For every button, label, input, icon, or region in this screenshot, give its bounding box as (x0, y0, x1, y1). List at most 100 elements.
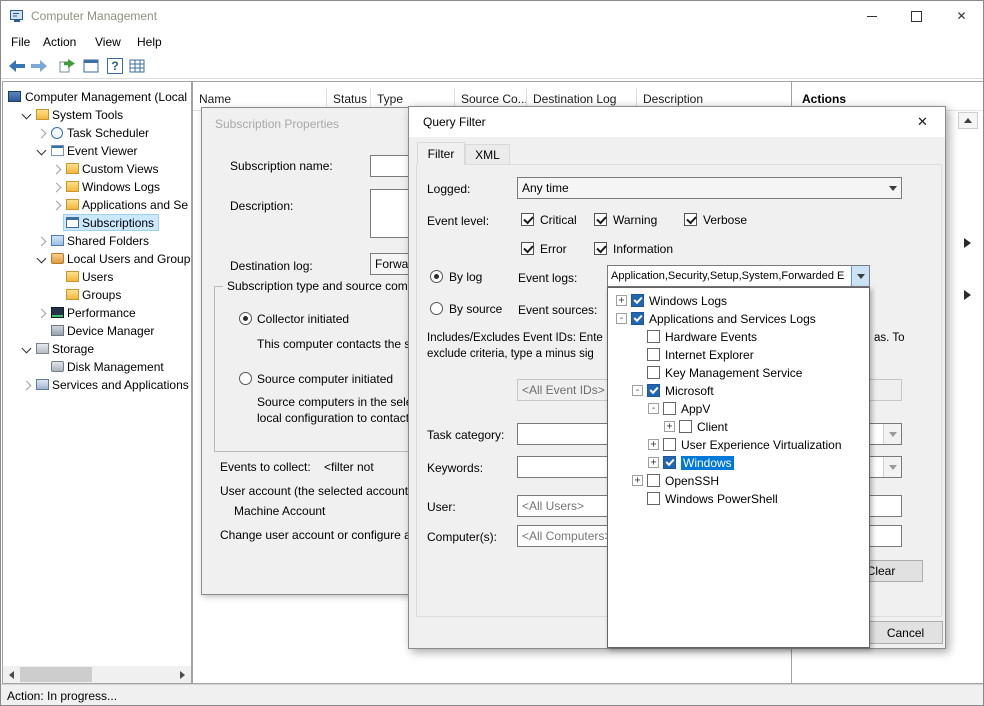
menu-file[interactable]: File (11, 35, 30, 49)
scroll-left-icon[interactable] (3, 666, 20, 683)
log-tree-label[interactable]: Windows PowerShell (665, 492, 778, 506)
chevron-expanded-icon[interactable] (22, 110, 32, 120)
expander-icon[interactable]: + (632, 475, 643, 486)
chevron-expanded-icon[interactable] (22, 344, 32, 354)
checkbox-unchecked-icon[interactable] (647, 366, 660, 379)
warning-label[interactable]: Warning (613, 213, 657, 227)
verbose-checkbox[interactable] (684, 213, 697, 226)
log-tree-item-client[interactable]: + Client (608, 418, 869, 436)
checkbox-unchecked-icon[interactable] (663, 402, 676, 415)
log-tree-item-microsoft[interactable]: - Microsoft (608, 382, 869, 400)
expander-icon[interactable]: - (632, 385, 643, 396)
chevron-collapsed-icon[interactable] (52, 201, 62, 211)
checkbox-unchecked-icon[interactable] (647, 492, 660, 505)
log-tree-item-user-experience-virtualization[interactable]: + User Experience Virtualization (608, 436, 869, 454)
tree-item-subscriptions[interactable]: Subscriptions (4, 214, 190, 232)
log-tree-label[interactable]: User Experience Virtualization (681, 438, 842, 452)
tree-item-performance[interactable]: Performance (4, 304, 190, 322)
log-tree-label[interactable]: OpenSSH (665, 474, 719, 488)
log-tree-label[interactable]: Windows Logs (649, 294, 727, 308)
log-tree-label[interactable]: AppV (681, 402, 710, 416)
tree-item-local-users-groups[interactable]: Local Users and Groups (4, 250, 190, 268)
verbose-label[interactable]: Verbose (703, 213, 747, 227)
expander-icon[interactable]: + (648, 457, 659, 468)
checkbox-unchecked-icon[interactable] (647, 330, 660, 343)
tree-item-storage[interactable]: Storage (4, 340, 190, 358)
checkbox-checked-icon[interactable] (631, 294, 644, 307)
log-tree-item-windows-powershell[interactable]: Windows PowerShell (608, 490, 869, 508)
expander-icon[interactable]: + (664, 421, 675, 432)
collapse-group-button[interactable] (958, 112, 978, 129)
forward-icon[interactable] (31, 60, 47, 75)
by-source-radio[interactable] (430, 302, 443, 315)
checkbox-checked-icon[interactable] (631, 312, 644, 325)
tree-item-task-scheduler[interactable]: Task Scheduler (4, 124, 190, 142)
dropdown-arrow-icon[interactable] (884, 178, 901, 198)
log-tree-label[interactable]: Client (697, 420, 728, 434)
log-tree-label[interactable]: Microsoft (665, 384, 714, 398)
log-tree-item-internet-explorer[interactable]: Internet Explorer (608, 346, 869, 364)
chevron-collapsed-icon[interactable] (52, 165, 62, 175)
tree-item-shared-folders[interactable]: Shared Folders (4, 232, 190, 250)
by-source-label[interactable]: By source (449, 302, 502, 316)
tree-item-event-viewer[interactable]: Event Viewer (4, 142, 190, 160)
menu-action[interactable]: Action (43, 35, 76, 49)
tree-item-device-manager[interactable]: Device Manager (4, 322, 190, 340)
tree-item-applications-and-services[interactable]: Applications and Se (4, 196, 190, 214)
log-tree-label[interactable]: Key Management Service (665, 366, 802, 380)
log-tree-item-openssh[interactable]: + OpenSSH (608, 472, 869, 490)
export-list-icon[interactable] (59, 59, 76, 76)
log-tree-item-hardware-events[interactable]: Hardware Events (608, 328, 869, 346)
expander-icon[interactable]: - (648, 403, 659, 414)
expander-icon[interactable]: + (616, 295, 627, 306)
tab-xml[interactable]: XML (465, 144, 510, 165)
tree-item-services-applications[interactable]: Services and Applications (4, 376, 190, 394)
close-button[interactable] (900, 107, 945, 136)
checkbox-unchecked-icon[interactable] (647, 474, 660, 487)
logged-combobox[interactable]: Any time (517, 177, 902, 199)
information-label[interactable]: Information (613, 242, 673, 256)
flyout-arrow-icon[interactable] (964, 238, 971, 248)
dropdown-arrow-icon[interactable] (883, 424, 901, 444)
cancel-button[interactable]: Cancel (868, 621, 943, 644)
menu-view[interactable]: View (95, 35, 121, 49)
flyout-arrow-icon[interactable] (964, 290, 971, 300)
log-tree-item-applications-services-logs[interactable]: - Applications and Services Logs (608, 310, 869, 328)
collector-initiated-label[interactable]: Collector initiated (257, 312, 349, 326)
collector-initiated-radio[interactable] (239, 312, 252, 325)
log-tree-label[interactable]: Applications and Services Logs (649, 312, 816, 326)
source-initiated-radio[interactable] (239, 372, 252, 385)
source-initiated-label[interactable]: Source computer initiated (257, 372, 393, 386)
by-log-radio[interactable] (430, 270, 443, 283)
console-window-icon[interactable] (83, 59, 99, 76)
help-icon[interactable]: ? (107, 58, 123, 74)
close-button[interactable] (939, 1, 984, 31)
tree-item-users[interactable]: Users (4, 268, 190, 286)
expander-icon[interactable]: - (616, 313, 627, 324)
chevron-collapsed-icon[interactable] (37, 129, 47, 139)
chevron-expanded-icon[interactable] (37, 254, 47, 264)
log-tree-label[interactable]: Hardware Events (665, 330, 757, 344)
tree-horizontal-scrollbar[interactable] (3, 666, 191, 683)
warning-checkbox[interactable] (594, 213, 607, 226)
back-icon[interactable] (9, 60, 25, 75)
critical-label[interactable]: Critical (540, 213, 577, 227)
tab-filter[interactable]: Filter (417, 142, 465, 165)
chevron-collapsed-icon[interactable] (52, 183, 62, 193)
information-checkbox[interactable] (594, 242, 607, 255)
log-tree-label[interactable]: Internet Explorer (665, 348, 754, 362)
log-tree-item-appv[interactable]: - AppV (608, 400, 869, 418)
tree-item-custom-views[interactable]: Custom Views (4, 160, 190, 178)
checkbox-unchecked-icon[interactable] (663, 438, 676, 451)
log-tree-item-windows[interactable]: + Windows (608, 454, 869, 472)
log-tree-item-windows-logs[interactable]: + Windows Logs (608, 292, 869, 310)
scrollbar-thumb[interactable] (20, 667, 92, 682)
tree-item-groups[interactable]: Groups (4, 286, 190, 304)
scroll-right-icon[interactable] (174, 666, 191, 683)
event-logs-combobox[interactable]: Application,Security,Setup,System,Forwar… (607, 265, 870, 287)
critical-checkbox[interactable] (521, 213, 534, 226)
error-label[interactable]: Error (540, 242, 567, 256)
maximize-button[interactable] (894, 1, 939, 31)
chevron-expanded-icon[interactable] (37, 146, 47, 156)
expander-icon[interactable]: + (648, 439, 659, 450)
